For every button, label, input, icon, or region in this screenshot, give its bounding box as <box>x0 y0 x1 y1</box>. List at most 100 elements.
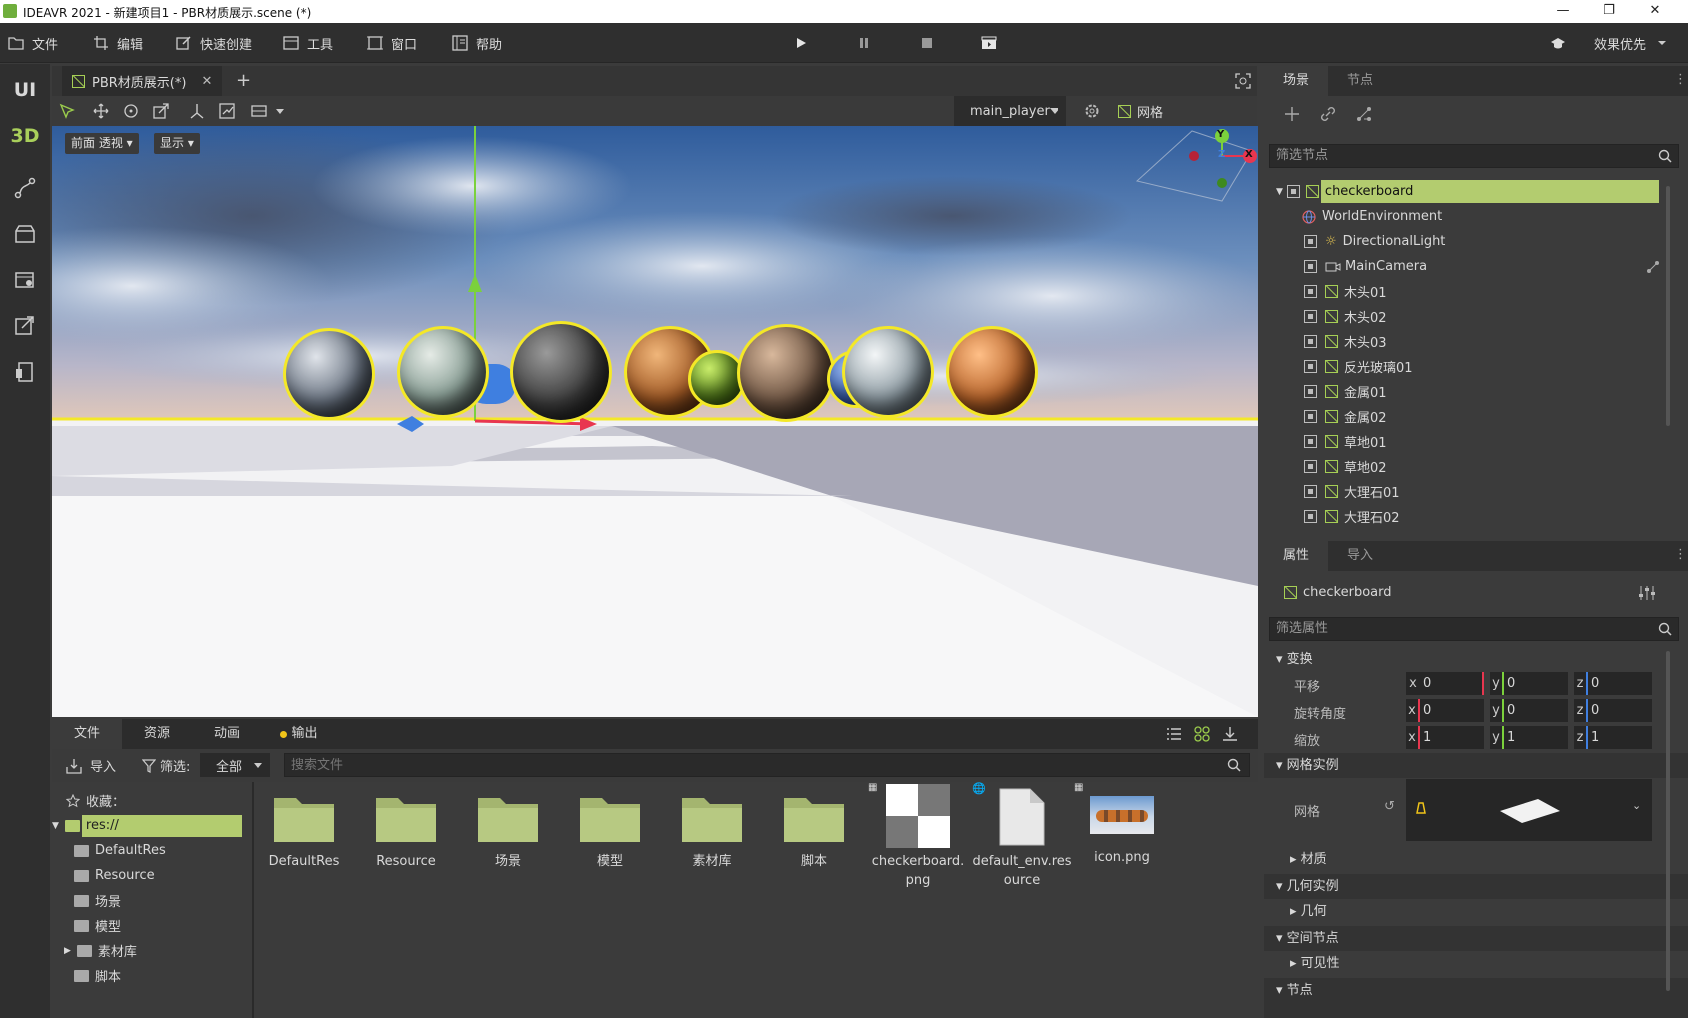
section-material[interactable]: ▸ 材质 <box>1264 847 1688 872</box>
tree-resource[interactable]: Resource <box>52 863 254 888</box>
visibility-checkbox[interactable] <box>1304 235 1317 248</box>
tab-files[interactable]: 文件 <box>52 719 122 749</box>
visibility-checkbox[interactable] <box>1304 410 1317 423</box>
section-transform[interactable]: ▾ 变换 <box>1264 647 1688 672</box>
rotation-z-field[interactable]: z0 <box>1574 699 1652 722</box>
visibility-checkbox[interactable] <box>1304 460 1317 473</box>
menu-tools[interactable]: 工具 <box>283 23 333 63</box>
close-tab-icon[interactable]: ✕ <box>201 74 212 89</box>
scale-z-field[interactable]: z1 <box>1574 726 1652 749</box>
tab-scene[interactable]: 场景 <box>1264 66 1328 96</box>
local-space-button[interactable] <box>186 100 208 122</box>
mesh-resource-picker[interactable]: ⌄ <box>1406 779 1652 841</box>
tab-output[interactable]: 输出 <box>264 719 334 749</box>
tab-animation[interactable]: 动画 <box>192 719 262 749</box>
node-metal02[interactable]: 金属02 <box>1264 404 1688 429</box>
scale-y-field[interactable]: y1 <box>1490 726 1568 749</box>
sphere-glass[interactable] <box>397 326 489 418</box>
link-button[interactable] <box>1320 106 1336 122</box>
menu-help[interactable]: 帮助 <box>452 23 502 63</box>
node-marble02[interactable]: 大理石02 <box>1264 504 1688 529</box>
move-tool-button[interactable] <box>90 100 112 122</box>
menu-file[interactable]: 文件 <box>8 23 58 63</box>
node-marble01[interactable]: 大理石01 <box>1264 479 1688 504</box>
tab-assets[interactable]: 资源 <box>122 719 192 749</box>
favorites-row[interactable]: 收藏： <box>52 788 254 813</box>
visibility-checkbox[interactable] <box>1304 360 1317 373</box>
sphere-wood03[interactable] <box>946 326 1038 418</box>
scale-tool-button[interactable] <box>150 100 172 122</box>
node-glass01[interactable]: 反光玻璃01 <box>1264 354 1688 379</box>
panel-menu-icon[interactable]: ⋮ <box>1674 547 1687 562</box>
tree-model[interactable]: 模型 <box>52 913 254 938</box>
3d-mode-button[interactable]: 3D <box>0 116 50 156</box>
section-geometry[interactable]: ▸ 几何 <box>1264 899 1688 924</box>
node-directional-light[interactable]: ☼ DirectionalLight <box>1264 229 1688 254</box>
file-item-assets[interactable]: 素材库 <box>662 782 762 871</box>
stop-button[interactable] <box>916 32 938 54</box>
tree-scene[interactable]: 场景 <box>52 888 254 913</box>
file-item-icon-png[interactable]: icon.png <box>1072 782 1172 867</box>
node-main-camera[interactable]: MainCamera <box>1264 254 1688 279</box>
file-item-default-env[interactable]: default_env.resource <box>970 782 1074 890</box>
file-search-input[interactable] <box>285 754 1215 776</box>
movie-button[interactable] <box>978 32 1000 54</box>
settings-panel-button[interactable] <box>0 260 50 300</box>
tree-res-root[interactable]: ▼ res:// <box>52 813 254 838</box>
menu-edit[interactable]: 编辑 <box>93 23 143 63</box>
tab-pbr-scene[interactable]: PBR材质展示(*) ✕ <box>62 66 223 96</box>
visibility-checkbox[interactable] <box>1286 185 1300 198</box>
panel-menu-icon[interactable]: ⋮ <box>1674 72 1687 87</box>
grid-view-button[interactable] <box>1194 726 1210 742</box>
sphere-wood02[interactable] <box>737 324 835 422</box>
node-grass02[interactable]: 草地02 <box>1264 454 1688 479</box>
player-select[interactable]: main_player <box>954 96 1066 126</box>
properties-scrollbar[interactable] <box>1666 651 1670 991</box>
sphere-metal[interactable] <box>283 328 375 420</box>
visibility-checkbox[interactable] <box>1304 485 1317 498</box>
section-geometry-instance[interactable]: ▾ 几何实例 <box>1264 874 1688 899</box>
visibility-checkbox[interactable] <box>1304 285 1317 298</box>
tab-node[interactable]: 节点 <box>1328 66 1392 96</box>
node-wood02[interactable]: 木头02 <box>1264 304 1688 329</box>
add-tab-button[interactable]: + <box>236 70 251 91</box>
section-spatial[interactable]: ▾ 空间节点 <box>1264 926 1688 951</box>
section-node[interactable]: ▾ 节点 <box>1264 978 1688 1018</box>
select-tool-button[interactable] <box>56 100 78 122</box>
scale-x-field[interactable]: x1 <box>1406 726 1484 749</box>
scene-scrollbar[interactable] <box>1666 186 1670 426</box>
display-dropdown[interactable]: 显示 ▾ <box>154 133 200 154</box>
rotate-tool-button[interactable] <box>120 100 142 122</box>
translate-x-field[interactable]: x0 <box>1406 672 1484 695</box>
export-button[interactable] <box>0 306 50 346</box>
tree-defaultres[interactable]: DefaultRes <box>52 838 254 863</box>
menu-quick-create[interactable]: 快速创建 <box>176 23 252 63</box>
node-metal01[interactable]: 金属01 <box>1264 379 1688 404</box>
rotation-y-field[interactable]: y0 <box>1490 699 1568 722</box>
graduation-icon[interactable] <box>1550 23 1566 63</box>
import-button[interactable]: 导入 <box>66 756 116 775</box>
restore-button[interactable]: ❐ <box>1586 0 1632 23</box>
visibility-checkbox[interactable] <box>1304 510 1317 523</box>
rotation-x-field[interactable]: x0 <box>1406 699 1484 722</box>
minimize-button[interactable]: — <box>1540 0 1586 23</box>
viewport-settings-button[interactable] <box>1081 100 1103 122</box>
quality-dropdown[interactable]: 效果优先 <box>1594 23 1670 63</box>
node-graph-button[interactable] <box>0 168 50 208</box>
layout-dropdown[interactable] <box>248 100 288 122</box>
node-world-environment[interactable]: WorldEnvironment <box>1264 204 1688 229</box>
node-options-button[interactable] <box>1638 585 1656 601</box>
view-mode-dropdown[interactable]: 前面 透视 ▾ <box>65 133 139 154</box>
snap-button[interactable] <box>216 100 238 122</box>
node-wood03[interactable]: 木头03 <box>1264 329 1688 354</box>
download-button[interactable] <box>1222 726 1238 742</box>
visibility-checkbox[interactable] <box>1304 435 1317 448</box>
node-filter-input[interactable]: 筛选节点 <box>1269 144 1679 168</box>
fullscreen-button[interactable] <box>1235 73 1251 89</box>
file-item-model[interactable]: 模型 <box>560 782 660 871</box>
orientation-gizmo[interactable] <box>1132 126 1258 206</box>
grid-toggle[interactable]: 网格 <box>1118 102 1163 121</box>
file-search-field[interactable] <box>284 753 1250 777</box>
node-wood01[interactable]: 木头01 <box>1264 279 1688 304</box>
sphere-metal02[interactable] <box>842 326 934 418</box>
